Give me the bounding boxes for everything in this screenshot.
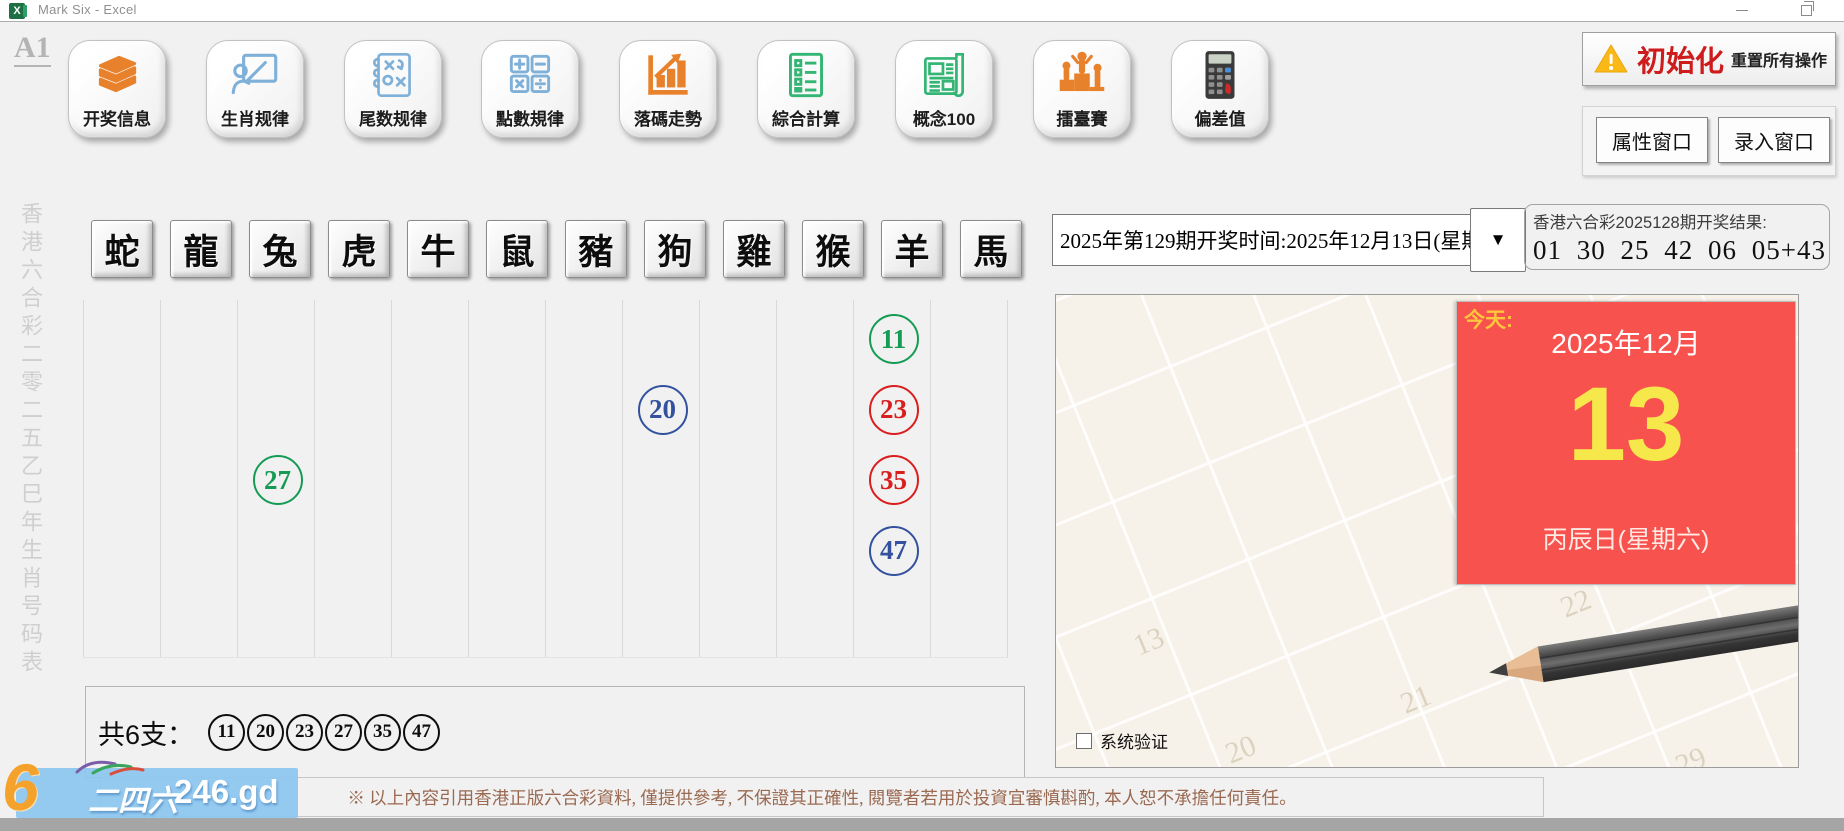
zodiac-key[interactable]: 鼠 [486,220,548,278]
window-title: Mark Six - Excel [38,2,137,17]
button-label: 尾数规律 [359,105,427,130]
brand-domain: 246.gd [174,773,279,811]
button-trend-chart[interactable]: 落碼走勢 [619,40,717,138]
draw-period-value: 2025年第129期开奖时间:2025年12月13日(星期六) [1053,225,1474,255]
summary-ball: 27 [325,714,362,751]
warning-icon [1593,43,1629,75]
cell-reference: A1 [14,33,51,67]
last-result-box: 香港六合彩2025128期开奖结果: 01 30 25 42 06 05+43 [1524,204,1830,270]
button-label: 綜合計算 [772,105,840,130]
disclaimer-box: ※ 以上內容引用香港正版六合彩資料, 僅提供參考, 不保證其正確性, 閱覽者若用… [100,777,1544,817]
pencil-image [1471,565,1799,765]
whiteboard-icon [226,46,284,104]
zodiac-key[interactable]: 兔 [249,220,311,278]
brand-name: 二四六 [88,776,178,820]
zodiac-key[interactable]: 牛 [407,220,469,278]
button-composite-calc[interactable]: 綜合計算 [757,40,855,138]
initialize-note: 重置所有操作 [1731,47,1827,71]
grid-ball: 11 [869,314,919,364]
properties-window-button[interactable]: 属性窗口 [1596,117,1708,163]
podium-icon [1053,46,1111,104]
dropdown-arrow-button[interactable]: ▼ [1470,208,1526,272]
grid-ball: 20 [638,385,688,435]
grid-ball: 47 [869,526,919,576]
minimize-button[interactable] [1722,0,1762,20]
entry-window-button[interactable]: 录入窗口 [1718,117,1830,163]
system-verify-label: 系统验证 [1100,728,1168,753]
button-deviation[interactable]: 偏差值 [1171,40,1269,138]
button-label: 擂臺賽 [1057,105,1108,130]
initialize-label: 初始化 [1637,38,1724,80]
grid-ball: 23 [869,385,919,435]
playbook-icon [364,46,422,104]
today-date-card: 今天: 2025年12月 13 丙辰日(星期六) [1456,301,1796,585]
zodiac-number-grid: 27 20 11 23 35 47 [83,300,1008,658]
checklist-icon [777,46,835,104]
summary-ball: 11 [208,714,245,751]
books-icon [88,46,146,104]
summary-label: 共6支： [98,713,194,752]
button-label: 生肖规律 [221,105,289,130]
button-label: 开奖信息 [83,105,151,130]
button-label: 概念100 [913,105,975,130]
system-verify-row: 系统验证 [1068,728,1168,753]
button-label: 落碼走勢 [634,105,702,130]
zodiac-key[interactable]: 雞 [723,220,785,278]
title-bar: X Mark Six - Excel [0,0,1844,22]
zodiac-key[interactable]: 豬 [565,220,627,278]
summary-ball: 23 [286,714,323,751]
disclaimer-text: ※ 以上內容引用香港正版六合彩資料, 僅提供參考, 不保證其正確性, 閱覽者若用… [347,785,1296,810]
button-draw-info[interactable]: 开奖信息 [68,40,166,138]
zodiac-row: 蛇 龍 兔 虎 牛 鼠 豬 狗 雞 猴 羊 馬 [91,220,1022,278]
grid-ball: 27 [253,455,303,505]
bottom-bar [0,818,1844,831]
grid-ball: 35 [869,455,919,505]
calendar-panel: 1322212029 今天: 2025年12月 [1055,294,1799,768]
button-concept-100[interactable]: 概念100 [895,40,993,138]
restore-button[interactable] [1786,0,1826,20]
summary-balls: 112023273547 [208,714,442,751]
button-zodiac-rules[interactable]: 生肖规律 [206,40,304,138]
button-points-rules[interactable]: 點數規律 [481,40,579,138]
app-window: X Mark Six - Excel A1 开奖信息 生肖规律 [0,0,1844,831]
zodiac-key[interactable]: 猴 [802,220,864,278]
button-label: 點數規律 [496,105,564,130]
summary-ball: 35 [364,714,401,751]
zodiac-key[interactable]: 馬 [960,220,1022,278]
excel-icon: X [9,3,25,19]
chevron-down-icon: ▼ [1490,230,1507,250]
initialize-button[interactable]: 初始化 重置所有操作 [1582,32,1836,86]
zodiac-key[interactable]: 虎 [328,220,390,278]
newspaper-icon [915,46,973,104]
brand-six: 6 [2,754,39,820]
brand-watermark: 6 二四六 246.gd [16,768,298,818]
system-verify-checkbox[interactable] [1076,733,1092,749]
last-result-label: 香港六合彩2025128期开奖结果: [1533,209,1829,233]
zodiac-key[interactable]: 羊 [881,220,943,278]
last-result-numbers: 01 30 25 42 06 05+43 [1533,235,1829,266]
button-arena[interactable]: 擂臺賽 [1033,40,1131,138]
math-ops-icon [501,46,559,104]
summary-ball: 47 [403,714,440,751]
zodiac-key[interactable]: 蛇 [91,220,153,278]
left-vertical-title: 香港六合彩二零二五乙巳年生肖号码表 [14,202,46,682]
button-label: 偏差值 [1195,105,1246,130]
zodiac-key[interactable]: 狗 [644,220,706,278]
draw-period-select[interactable]: 2025年第129期开奖时间:2025年12月13日(星期六) [1052,214,1474,266]
button-tail-rules[interactable]: 尾数规律 [344,40,442,138]
bar-chart-icon [639,46,697,104]
summary-ball: 20 [247,714,284,751]
window-buttons-group: 属性窗口 录入窗口 [1582,106,1836,176]
calculator-icon [1191,46,1249,104]
zodiac-key[interactable]: 龍 [170,220,232,278]
calendar-ganzhi: 丙辰日(星期六) [1457,520,1795,556]
calendar-day: 13 [1457,354,1795,496]
